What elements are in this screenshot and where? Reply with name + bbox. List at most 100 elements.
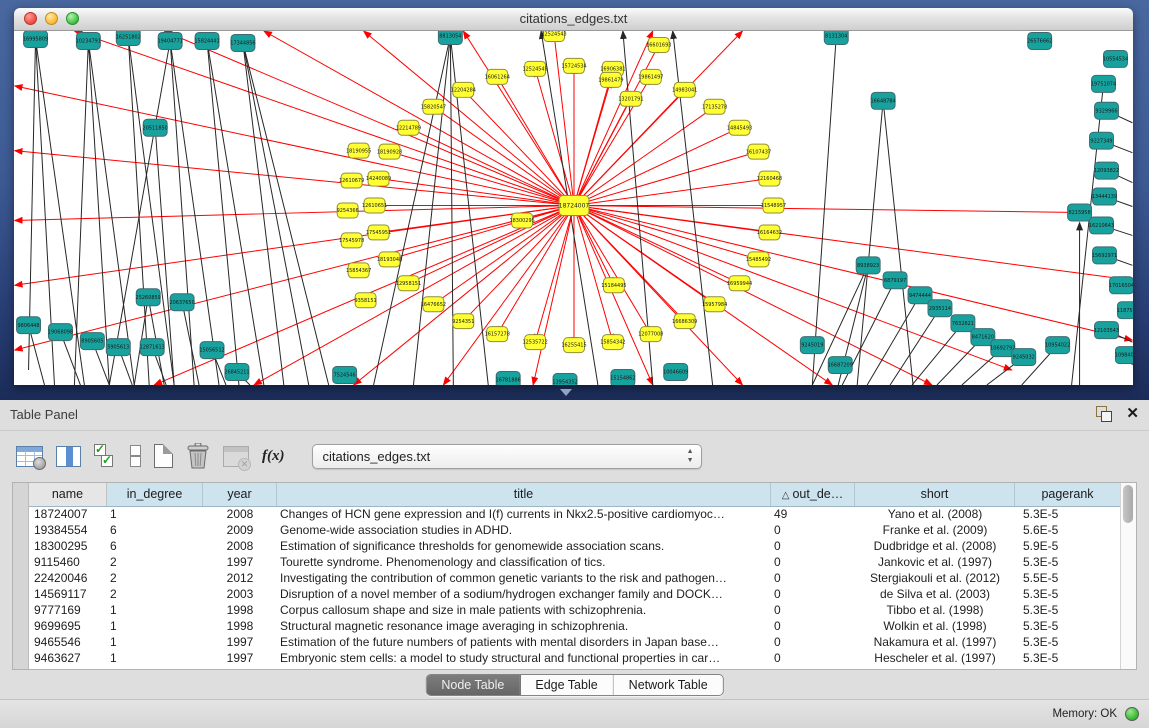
table-cell[interactable]: Embryonic stem cells: a model to study s… xyxy=(277,650,771,666)
table-cell[interactable]: Estimation of the future numbers of pati… xyxy=(277,634,771,650)
delete-button[interactable] xyxy=(186,443,210,469)
graph-edge[interactable] xyxy=(433,206,574,305)
graph-edge[interactable] xyxy=(128,37,174,385)
table-selector-dropdown[interactable]: citations_edges.txt ▲▼ xyxy=(312,444,702,469)
table-cell[interactable]: 5.3E-5 xyxy=(1015,602,1121,618)
column-header-year[interactable]: year xyxy=(203,483,277,506)
graph-edge[interactable] xyxy=(413,36,450,385)
column-header-out-degree[interactable]: △out_de… xyxy=(771,483,855,506)
delete-table-button[interactable] xyxy=(223,446,249,467)
table-cell[interactable]: Structural magnetic resonance image aver… xyxy=(277,618,771,634)
graph-edge[interactable] xyxy=(254,206,574,385)
table-cell[interactable]: 0 xyxy=(771,570,855,586)
graph-edge[interactable] xyxy=(574,99,631,206)
splitter-handle[interactable] xyxy=(560,389,572,396)
function-button[interactable]: f(x) xyxy=(262,448,285,465)
graph-edge[interactable] xyxy=(15,86,574,206)
table-cell[interactable]: 14569117 xyxy=(29,586,107,602)
table-cell[interactable]: 9463627 xyxy=(29,650,107,666)
table-cell[interactable]: Jankovic et al. (1997) xyxy=(855,554,1015,570)
table-cell[interactable]: 1 xyxy=(107,506,203,522)
column-header-in-degree[interactable]: in_degree xyxy=(107,483,203,506)
table-cell[interactable]: 5.3E-5 xyxy=(1015,618,1121,634)
table-row[interactable]: 911546021997Tourette syndrome. Phenomeno… xyxy=(29,554,1121,570)
graph-edge[interactable] xyxy=(883,101,913,385)
table-cell[interactable]: Disruption of a novel member of a sodium… xyxy=(277,586,771,602)
table-cell[interactable]: 5.9E-5 xyxy=(1015,538,1121,554)
table-cell[interactable]: 6 xyxy=(107,538,203,554)
table-row[interactable]: 946554611997Estimation of the future num… xyxy=(29,634,1121,650)
select-all-button[interactable]: ✓✓ xyxy=(94,444,116,468)
table-cell[interactable]: 1997 xyxy=(203,554,277,570)
table-cell[interactable]: 0 xyxy=(771,602,855,618)
table-cell[interactable]: de Silva et al. (2003) xyxy=(855,586,1015,602)
tab-node-table[interactable]: Node Table xyxy=(426,675,520,695)
table-cell[interactable]: Tibbo et al. (1998) xyxy=(855,602,1015,618)
tab-network-table[interactable]: Network Table xyxy=(614,675,723,695)
clear-selection-button[interactable] xyxy=(129,444,141,468)
table-cell[interactable]: 5.3E-5 xyxy=(1015,586,1121,602)
table-cell[interactable]: 2012 xyxy=(203,570,277,586)
table-cell[interactable]: Estimation of significance thresholds fo… xyxy=(277,538,771,554)
table-cell[interactable]: 1998 xyxy=(203,618,277,634)
table-cell[interactable]: Hescheler et al. (1997) xyxy=(855,650,1015,666)
table-cell[interactable]: 1 xyxy=(107,634,203,650)
table-cell[interactable]: 0 xyxy=(771,618,855,634)
graph-edge[interactable] xyxy=(574,206,1080,213)
table-cell[interactable]: 0 xyxy=(771,586,855,602)
table-cell[interactable]: Yano et al. (2008) xyxy=(855,506,1015,522)
table-cell[interactable]: 5.5E-5 xyxy=(1015,570,1121,586)
table-cell[interactable]: 2 xyxy=(107,554,203,570)
table-cell[interactable]: 5.3E-5 xyxy=(1015,506,1121,522)
close-panel-icon[interactable]: ✕ xyxy=(1126,406,1139,422)
table-cell[interactable]: 1 xyxy=(107,602,203,618)
close-window-icon[interactable] xyxy=(24,12,37,25)
graph-edge[interactable] xyxy=(574,206,1132,281)
graph-edge[interactable] xyxy=(574,31,653,206)
column-header-pagerank[interactable]: pagerank xyxy=(1015,483,1121,506)
graph-edge[interactable] xyxy=(364,31,574,206)
table-cell[interactable]: 6 xyxy=(107,522,203,538)
graph-edge[interactable] xyxy=(170,41,194,385)
graph-edge[interactable] xyxy=(574,107,715,206)
network-canvas[interactable]: 1872400715724534169063811986149714983041… xyxy=(14,31,1133,385)
table-cell[interactable]: 2 xyxy=(107,570,203,586)
table-cell[interactable]: 1997 xyxy=(203,634,277,650)
graph-edge[interactable] xyxy=(890,308,940,385)
new-document-button[interactable] xyxy=(154,444,173,468)
table-cell[interactable]: 5.3E-5 xyxy=(1015,554,1121,570)
table-cell[interactable]: Franke et al. (2009) xyxy=(855,522,1015,538)
table-row[interactable]: 1938455462009Genome-wide association stu… xyxy=(29,522,1121,538)
column-header-name[interactable]: name xyxy=(29,483,107,506)
graph-edge[interactable] xyxy=(182,302,199,385)
table-cell[interactable]: Wolkin et al. (1998) xyxy=(855,618,1015,634)
table-cell[interactable]: 2008 xyxy=(203,506,277,522)
graph-edge[interactable] xyxy=(533,206,574,385)
table-cell[interactable]: 22420046 xyxy=(29,570,107,586)
table-cell[interactable]: 1997 xyxy=(203,650,277,666)
table-cell[interactable]: 9115460 xyxy=(29,554,107,570)
table-cell[interactable]: 1 xyxy=(107,618,203,634)
table-cell[interactable]: 19384554 xyxy=(29,522,107,538)
table-cell[interactable]: 9465546 xyxy=(29,634,107,650)
table-cell[interactable]: 9777169 xyxy=(29,602,107,618)
table-cell[interactable]: 5.6E-5 xyxy=(1015,522,1121,538)
table-cell[interactable]: Stergiakouli et al. (2012) xyxy=(855,570,1015,586)
table-row[interactable]: 969969511998Structural magnetic resonanc… xyxy=(29,618,1121,634)
network-window[interactable]: citations_edges.txt xyxy=(14,8,1133,385)
table-cell[interactable]: Tourette syndrome. Phenomenology and cla… xyxy=(277,554,771,570)
table-cell[interactable]: Dudbridge et al. (2008) xyxy=(855,538,1015,554)
table-cell[interactable]: 5.3E-5 xyxy=(1015,650,1121,666)
table-cell[interactable]: 2003 xyxy=(203,586,277,602)
graph-edge[interactable] xyxy=(812,36,836,385)
table-cell[interactable]: Genome-wide association studies in ADHD. xyxy=(277,522,771,538)
table-column-button[interactable] xyxy=(56,446,81,467)
graph-edge[interactable] xyxy=(74,31,574,206)
graph-edge[interactable] xyxy=(574,206,832,385)
table-cell[interactable]: 2009 xyxy=(203,522,277,538)
table-cell[interactable]: 2 xyxy=(107,586,203,602)
table-cell[interactable]: 49 xyxy=(771,506,855,522)
table-cell[interactable]: 2008 xyxy=(203,538,277,554)
table-cell[interactable]: Changes of HCN gene expression and I(f) … xyxy=(277,506,771,522)
table-scrollbar[interactable] xyxy=(1120,483,1136,669)
